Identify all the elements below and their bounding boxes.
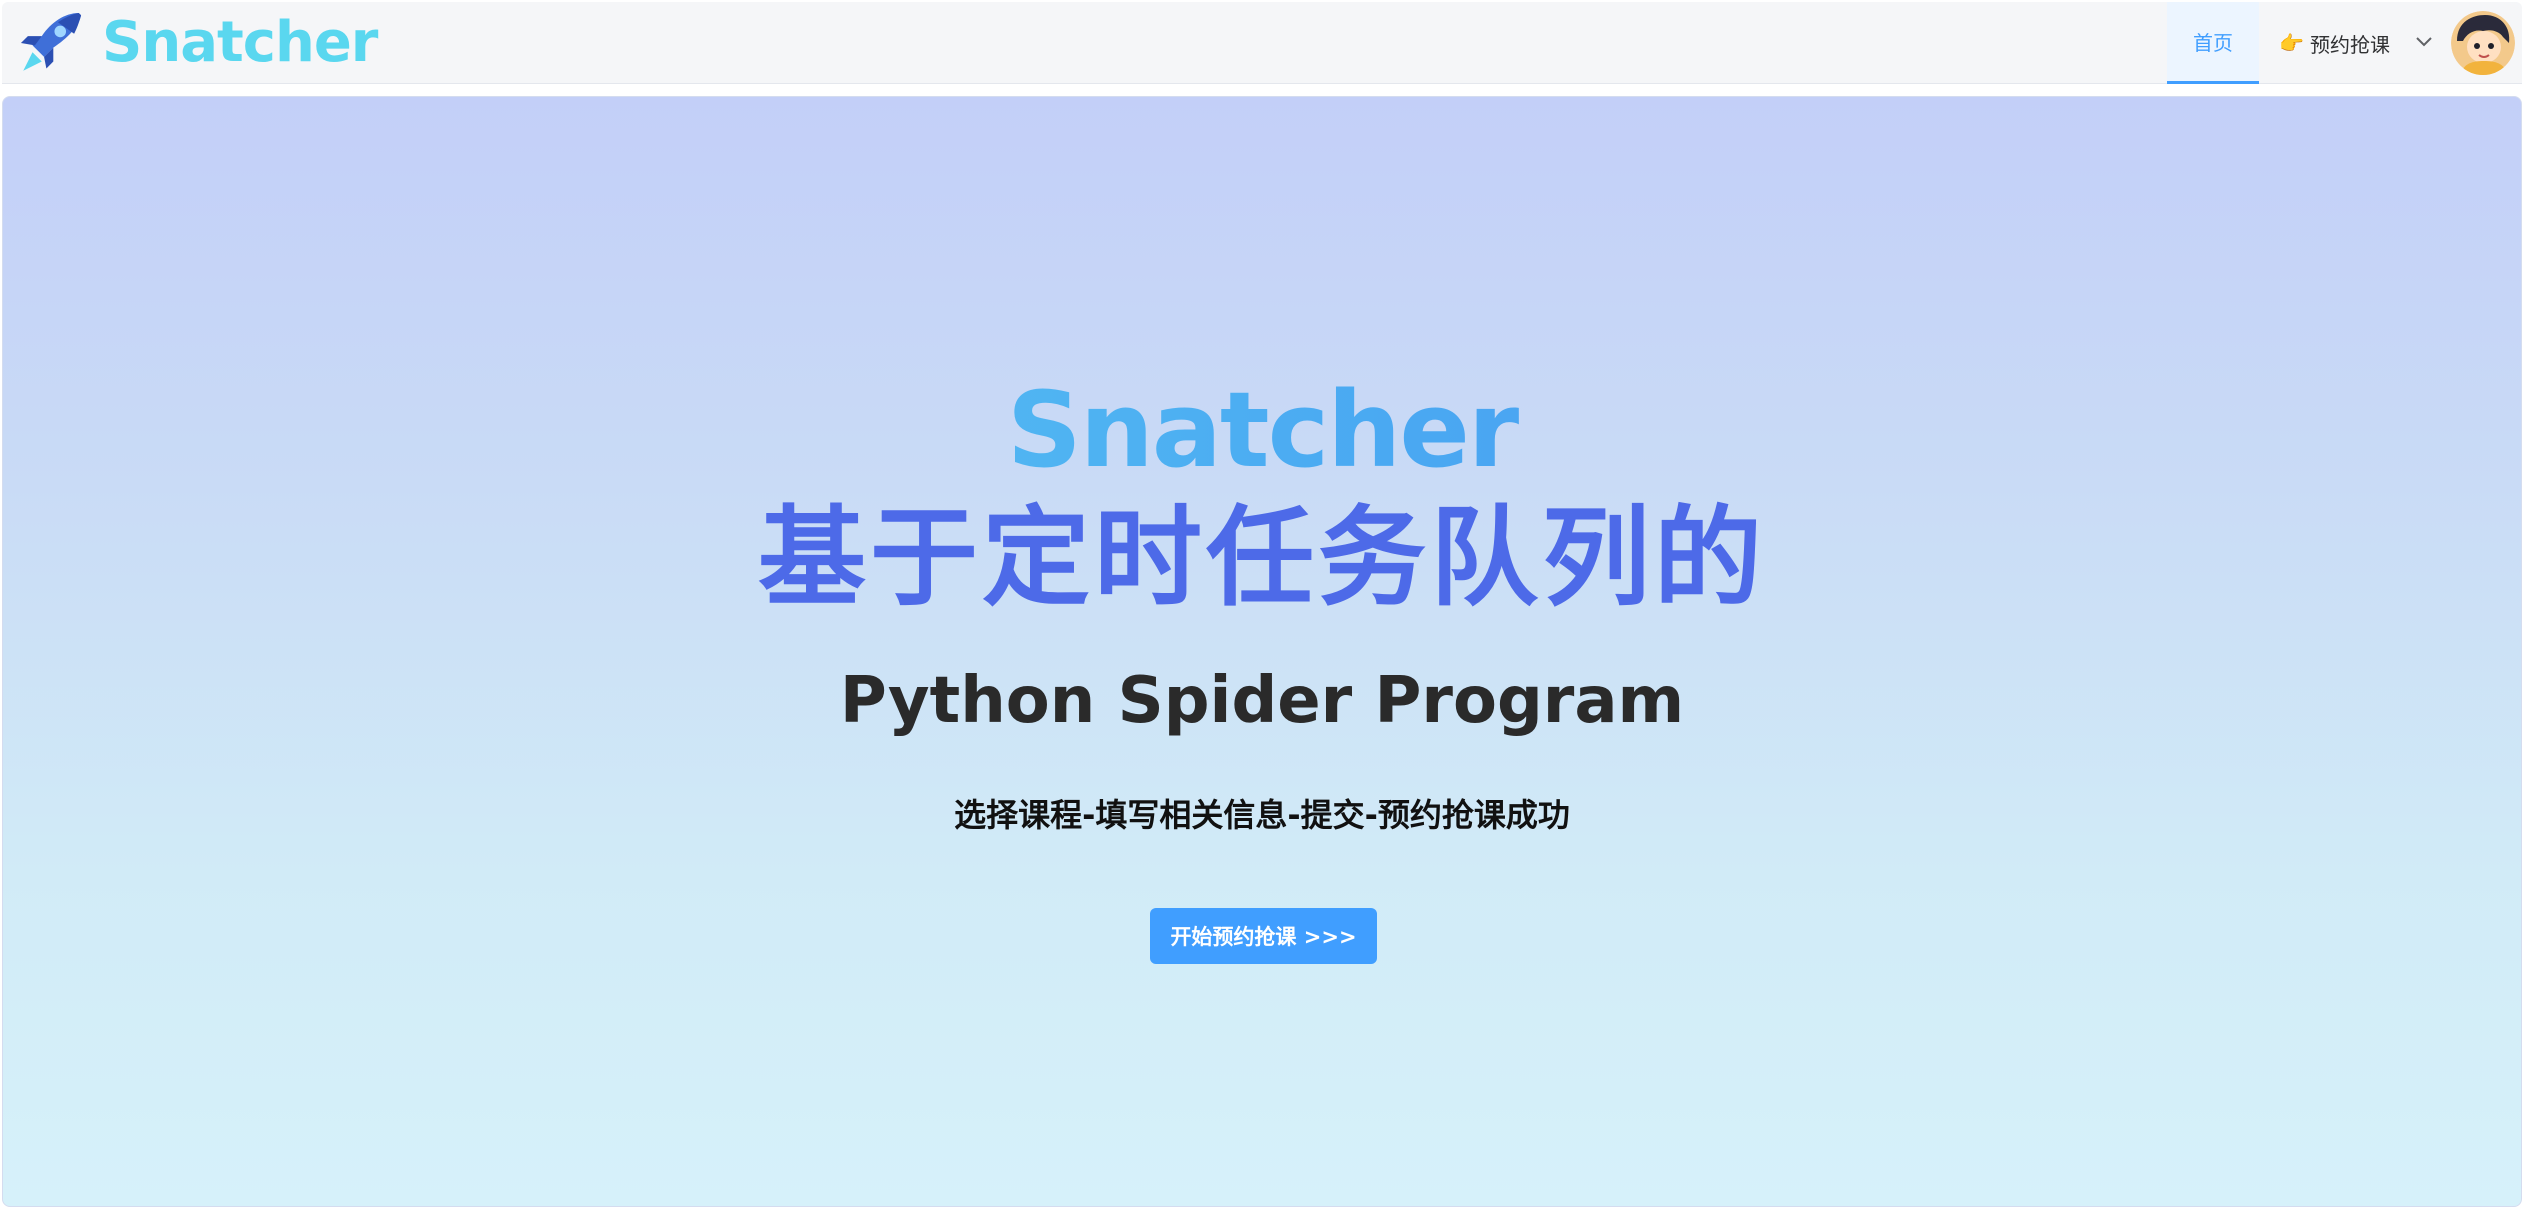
- hero-banner: [2, 96, 2522, 1207]
- nav-booking-label: 预约抢课: [2309, 34, 2390, 57]
- hero-steps: 选择课程-填写相关信息-提交-预约抢课成功: [954, 796, 1570, 834]
- nav-menu: 首页 👉 预约抢课: [2167, 2, 2522, 84]
- hero-subtitle: Python Spider Program: [839, 664, 1685, 738]
- avatar-container[interactable]: [2444, 2, 2522, 84]
- logo[interactable]: Snatcher: [14, 6, 378, 80]
- hero-title: 基于定时任务队列的: [757, 496, 1766, 621]
- chevron-down-icon: [2416, 34, 2432, 52]
- rocket-icon: [20, 12, 82, 71]
- nav-home[interactable]: 首页: [2167, 2, 2259, 84]
- hero-brand: Snatcher: [0, 378, 2524, 482]
- start-booking-button[interactable]: 开始预约抢课 >>>: [1150, 908, 1377, 964]
- avatar[interactable]: [2451, 11, 2515, 75]
- top-navbar: Snatcher 首页 👉 预约抢课: [2, 2, 2522, 84]
- nav-booking-dropdown[interactable]: 👉 预约抢课: [2259, 2, 2444, 84]
- logo-text: Snatcher: [102, 10, 378, 75]
- nav-home-label: 首页: [2193, 33, 2233, 55]
- pointing-hand-icon: 👉: [2279, 32, 2304, 55]
